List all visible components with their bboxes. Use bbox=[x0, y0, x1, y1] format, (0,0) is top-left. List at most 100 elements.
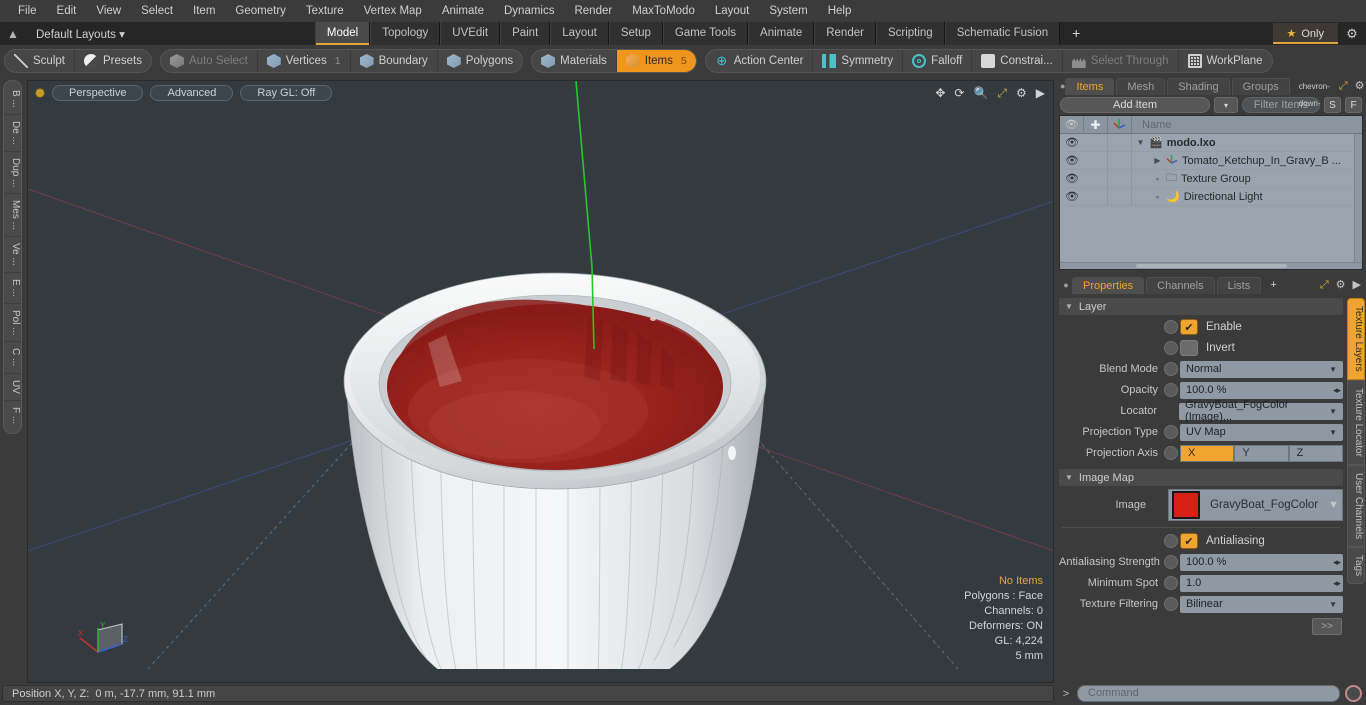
items-tree-row-label[interactable]: ▪ 🌙 Directional Light bbox=[1132, 190, 1362, 204]
axis-cell[interactable] bbox=[1108, 169, 1132, 188]
projection-axis-x[interactable]: X bbox=[1180, 444, 1235, 462]
image-picker[interactable]: GravyBoat_FogColor ▼ bbox=[1168, 489, 1343, 521]
items-tree-row-label[interactable]: ▶ Tomato_Ketchup_In_Gravy_B ... bbox=[1132, 153, 1362, 168]
layout-tab-model[interactable]: Model bbox=[314, 22, 371, 45]
viewport-menu-dot[interactable] bbox=[36, 89, 44, 97]
left-tool-tab-de[interactable]: De ... bbox=[4, 115, 21, 152]
layout-tab-paint[interactable]: Paint bbox=[500, 22, 551, 45]
home-icon[interactable]: ▲ bbox=[0, 27, 26, 41]
items-tree-row[interactable]: 👁 ▪ 🌙 Directional Light bbox=[1060, 187, 1362, 206]
items-tab-shading[interactable]: Shading bbox=[1167, 78, 1230, 95]
toolbar-button-action-center[interactable]: ⊕ Action Center bbox=[706, 50, 814, 72]
menu-item-animate[interactable]: Animate bbox=[432, 0, 494, 22]
toolbar-button-polygons[interactable]: Polygons bbox=[438, 50, 522, 72]
visibility-toggle[interactable]: 👁 bbox=[1060, 136, 1084, 149]
items-tree-row-label[interactable]: ▼ 🎬 modo.lxo bbox=[1132, 136, 1362, 150]
items-tab-groups[interactable]: Groups bbox=[1231, 78, 1290, 95]
gear-icon[interactable]: ⚙ bbox=[1338, 26, 1366, 42]
axis-cell[interactable] bbox=[1108, 187, 1132, 206]
toolbar-button-vertices[interactable]: Vertices 1 bbox=[258, 50, 351, 72]
items-tree-row[interactable]: 👁 ▶ Tomato_Ketchup_In_Gravy_B ... bbox=[1060, 151, 1362, 170]
lock-cell[interactable] bbox=[1084, 169, 1108, 188]
lock-cell[interactable] bbox=[1084, 151, 1108, 170]
spinner-icon[interactable]: ◂▸ bbox=[1333, 578, 1341, 589]
visibility-toggle[interactable]: 👁 bbox=[1060, 190, 1084, 203]
expand-icon[interactable]: ⤢ bbox=[1339, 78, 1348, 95]
minimum-spot-knob[interactable] bbox=[1164, 576, 1178, 590]
left-tool-tab-mes[interactable]: Mes ... bbox=[4, 194, 21, 238]
opacity-input[interactable]: 100.0 % ◂▸ bbox=[1180, 381, 1343, 399]
toolbar-button-presets[interactable]: Presets bbox=[75, 50, 151, 72]
left-tool-tab-dup[interactable]: Dup ... bbox=[4, 152, 21, 195]
fit-icon[interactable]: ⤢ bbox=[997, 86, 1007, 101]
viewport-raygl-button[interactable]: Ray GL: Off bbox=[240, 85, 333, 101]
section-header-layer[interactable]: ▼ Layer bbox=[1059, 298, 1343, 315]
items-tree-row[interactable]: 👁 ▪ 🗀 Texture Group bbox=[1060, 169, 1362, 188]
projection-axis-z[interactable]: Z bbox=[1288, 444, 1343, 462]
items-tab-items[interactable]: Items bbox=[1065, 78, 1115, 95]
items-tree-vscrollbar[interactable] bbox=[1354, 134, 1362, 269]
enable-knob[interactable] bbox=[1164, 320, 1178, 334]
lock-cell[interactable] bbox=[1084, 133, 1108, 152]
layout-tab-schematic-fusion[interactable]: Schematic Fusion bbox=[944, 22, 1061, 45]
3d-viewport[interactable]: Perspective Advanced Ray GL: Off ✥ ⟳ 🔍 ⤢… bbox=[27, 80, 1054, 683]
projection-type-dropdown[interactable]: UV Map ▼ bbox=[1180, 423, 1343, 441]
properties-tab-properties[interactable]: Properties bbox=[1072, 277, 1145, 294]
blend-mode-dropdown[interactable]: Normal ▼ bbox=[1180, 360, 1343, 378]
layout-tab-animate[interactable]: Animate bbox=[748, 22, 815, 45]
opacity-knob[interactable] bbox=[1164, 383, 1178, 397]
toolbar-button-select-through[interactable]: Select Through bbox=[1063, 50, 1179, 72]
chevron-down-icon[interactable]: ▼ bbox=[1136, 138, 1145, 147]
toolbar-button-symmetry[interactable]: Symmetry bbox=[813, 50, 904, 72]
expand-icon[interactable]: ⤢ bbox=[1320, 277, 1329, 294]
vertical-tab-texture-layers[interactable]: Texture Layers bbox=[1347, 298, 1365, 380]
visibility-toggle[interactable]: 👁 bbox=[1060, 154, 1084, 167]
default-layouts-dropdown[interactable]: Default Layouts ▾ bbox=[26, 27, 135, 41]
blend-mode-knob[interactable] bbox=[1164, 362, 1178, 376]
menu-item-view[interactable]: View bbox=[86, 0, 131, 22]
zoom-icon[interactable]: 🔍 bbox=[973, 86, 988, 100]
vertical-tab-texture-locator[interactable]: Texture Locator bbox=[1347, 379, 1365, 465]
menu-item-maxtomodo[interactable]: MaxToModo bbox=[622, 0, 705, 22]
spinner-icon[interactable]: ◂▸ bbox=[1333, 557, 1341, 568]
more-options-button[interactable]: >> bbox=[1312, 618, 1342, 635]
layout-tab-setup[interactable]: Setup bbox=[608, 22, 663, 45]
texture-filtering-dropdown[interactable]: Bilinear ▼ bbox=[1180, 595, 1343, 613]
properties-tab-channels[interactable]: Channels bbox=[1146, 277, 1215, 294]
enable-checkbox[interactable]: ✔ bbox=[1180, 319, 1198, 335]
gear-icon[interactable]: ⚙ bbox=[1336, 277, 1346, 294]
toolbar-button-materials[interactable]: Materials bbox=[532, 50, 617, 72]
vertical-tab-user-channels[interactable]: User Channels bbox=[1347, 464, 1365, 547]
projection-axis-knob[interactable] bbox=[1164, 446, 1178, 460]
items-tab-dropdown[interactable]: chevron-down-icon bbox=[1292, 78, 1337, 125]
properties-add-tab[interactable]: + bbox=[1263, 277, 1283, 294]
texture-filtering-knob[interactable] bbox=[1164, 597, 1178, 611]
menu-item-file[interactable]: File bbox=[8, 0, 47, 22]
menu-item-help[interactable]: Help bbox=[818, 0, 862, 22]
properties-tab-lists[interactable]: Lists bbox=[1216, 277, 1262, 294]
record-icon[interactable] bbox=[1345, 685, 1362, 702]
items-tab-mesh[interactable]: Mesh ... bbox=[1116, 78, 1166, 110]
menu-item-dynamics[interactable]: Dynamics bbox=[494, 0, 564, 22]
toolbar-button-constrai[interactable]: Constrai... bbox=[972, 50, 1063, 72]
projection-axis-y[interactable]: Y bbox=[1234, 444, 1289, 462]
left-tool-tab-c[interactable]: C ... bbox=[4, 342, 21, 374]
menu-item-vertex-map[interactable]: Vertex Map bbox=[354, 0, 432, 22]
toolbar-button-auto-select[interactable]: Auto Select bbox=[161, 50, 258, 72]
gear-icon[interactable]: ⚙ bbox=[1355, 78, 1365, 95]
play-icon[interactable]: ▶ bbox=[1353, 277, 1361, 294]
menu-item-system[interactable]: System bbox=[759, 0, 817, 22]
menu-item-texture[interactable]: Texture bbox=[296, 0, 354, 22]
toolbar-button-falloff[interactable]: Falloff bbox=[903, 50, 973, 72]
locator-dropdown[interactable]: GravyBoat_FogColor (Image)... ▼ bbox=[1179, 399, 1343, 423]
layout-tab-uvedit[interactable]: UVEdit bbox=[440, 22, 501, 45]
invert-knob[interactable] bbox=[1164, 341, 1178, 355]
menu-item-render[interactable]: Render bbox=[564, 0, 622, 22]
play-icon[interactable]: ▶ bbox=[1036, 86, 1045, 100]
rotate-icon[interactable]: ⟳ bbox=[954, 86, 964, 100]
antialiasing-checkbox[interactable]: ✔ bbox=[1180, 533, 1198, 549]
aa-strength-knob[interactable] bbox=[1164, 555, 1178, 569]
move-icon[interactable]: ✥ bbox=[935, 86, 945, 100]
items-tree-empty-area[interactable] bbox=[1060, 206, 1362, 262]
filter-s-button[interactable]: S bbox=[1324, 97, 1341, 113]
